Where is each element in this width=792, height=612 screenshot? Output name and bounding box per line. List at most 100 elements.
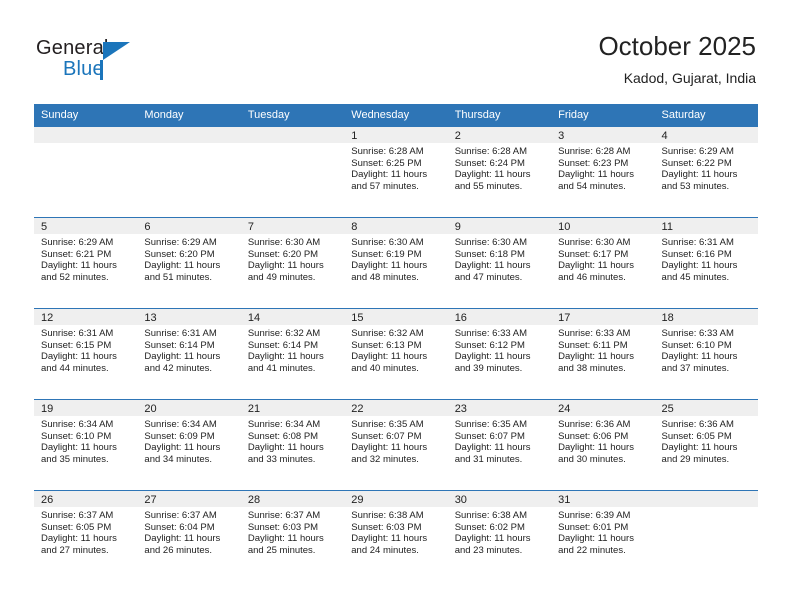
calendar-day-cell[interactable]: 18 Sunrise: 6:33 AM Sunset: 6:10 PM Dayligh… [654,308,758,400]
sunset-text: Sunset: 6:22 PM [661,157,732,169]
weekday-header-monday: Monday [137,104,241,127]
daylight-text-line1: Daylight: 11 hours [247,442,324,454]
calendar-day-cell[interactable]: 24 Sunrise: 6:36 AM Sunset: 6:06 PM Dayligh… [551,399,655,491]
page-title: October 2025 [598,31,756,61]
day-details: Sunrise: 6:34 AM Sunset: 6:09 PM Daylight:… [137,416,240,465]
daylight-text-line2: and 29 minutes. [661,453,730,465]
calendar-day-cell[interactable]: 2 Sunrise: 6:28 AM Sunset: 6:24 PM Daylight… [447,126,552,218]
daylight-text-line2: and 32 minutes. [351,453,419,465]
day-details: Sunrise: 6:30 AM Sunset: 6:18 PM Daylight:… [448,234,551,283]
calendar-day-cell[interactable]: 14 Sunrise: 6:32 AM Sunset: 6:14 PM Dayligh… [240,308,345,400]
day-number: 2 [447,127,552,143]
day-details: Sunrise: 6:37 AM Sunset: 6:04 PM Daylight:… [137,507,240,556]
calendar-day-cell[interactable]: 25 Sunrise: 6:36 AM Sunset: 6:05 PM Dayligh… [654,399,758,491]
daylight-text-line2: and 52 minutes. [41,271,109,283]
page-header: General Blue October 2025 Kadod, Gujarat… [0,0,792,96]
calendar-day-cell[interactable]: 22 Sunrise: 6:35 AM Sunset: 6:07 PM Dayligh… [344,399,448,491]
sunrise-text: Sunrise: 6:29 AM [144,237,217,248]
day-number: 22 [344,400,448,416]
sunset-text: Sunset: 6:18 PM [454,248,525,260]
day-number: 31 [551,491,655,507]
day-details: Sunrise: 6:37 AM Sunset: 6:05 PM Daylight:… [34,507,137,556]
calendar-day-cell[interactable]: 17 Sunrise: 6:33 AM Sunset: 6:11 PM Dayligh… [551,308,655,400]
calendar-day-cell[interactable]: 8 Sunrise: 6:30 AM Sunset: 6:19 PM Daylight… [344,217,448,309]
calendar-day-cell[interactable]: 21 Sunrise: 6:34 AM Sunset: 6:08 PM Dayligh… [240,399,345,491]
daylight-text-line1: Daylight: 11 hours [558,169,634,181]
sunrise-text: Sunrise: 6:30 AM [247,237,321,248]
daylight-text-line2: and 42 minutes. [144,362,213,374]
day-number: 30 [447,491,552,507]
daylight-text-line2: and 44 minutes. [41,362,109,374]
calendar-day-cell[interactable]: 26 Sunrise: 6:37 AM Sunset: 6:05 PM Dayligh… [34,490,138,581]
calendar-day-cell[interactable]: 11 Sunrise: 6:31 AM Sunset: 6:16 PM Dayligh… [654,217,758,309]
day-details: Sunrise: 6:39 AM Sunset: 6:01 PM Daylight:… [551,507,654,556]
day-number: 13 [137,309,241,325]
daylight-text-line2: and 34 minutes. [144,453,213,465]
calendar-day-cell-empty[interactable] [137,126,241,218]
calendar-day-cell[interactable]: 7 Sunrise: 6:30 AM Sunset: 6:20 PM Daylight… [240,217,345,309]
weekday-header-saturday: Saturday [654,104,758,127]
daylight-text-line1: Daylight: 11 hours [247,260,324,272]
day-details: Sunrise: 6:37 AM Sunset: 6:03 PM Daylight:… [241,507,344,556]
day-number: 15 [344,309,448,325]
day-details: Sunrise: 6:32 AM Sunset: 6:14 PM Daylight:… [241,325,344,374]
daylight-text-line2: and 26 minutes. [144,544,213,556]
calendar-day-cell[interactable]: 1 Sunrise: 6:28 AM Sunset: 6:25 PM Daylight… [344,126,448,218]
calendar-day-cell[interactable]: 16 Sunrise: 6:33 AM Sunset: 6:12 PM Dayligh… [447,308,552,400]
calendar-day-cell[interactable]: 19 Sunrise: 6:34 AM Sunset: 6:10 PM Dayligh… [34,399,138,491]
calendar-day-cell[interactable]: 30 Sunrise: 6:38 AM Sunset: 6:02 PM Dayligh… [447,490,552,581]
sunset-text: Sunset: 6:01 PM [558,521,629,533]
sunrise-text: Sunrise: 6:31 AM [661,237,734,248]
daylight-text-line1: Daylight: 11 hours [661,169,738,181]
day-details: Sunrise: 6:31 AM Sunset: 6:16 PM Daylight:… [655,234,758,283]
day-number: 24 [551,400,655,416]
day-number: 10 [551,218,655,234]
sunrise-text: Sunrise: 6:30 AM [454,237,528,248]
calendar-day-cell[interactable]: 15 Sunrise: 6:32 AM Sunset: 6:13 PM Dayligh… [344,308,448,400]
daylight-text-line1: Daylight: 11 hours [661,351,738,363]
calendar-day-cell[interactable]: 12 Sunrise: 6:31 AM Sunset: 6:15 PM Dayligh… [34,308,138,400]
sunset-text: Sunset: 6:03 PM [351,521,422,533]
daylight-text-line2: and 46 minutes. [558,271,626,283]
calendar-day-cell[interactable]: 27 Sunrise: 6:37 AM Sunset: 6:04 PM Dayligh… [137,490,241,581]
calendar-day-cell[interactable]: 5 Sunrise: 6:29 AM Sunset: 6:21 PM Daylight… [34,217,138,309]
calendar-day-cell[interactable]: 13 Sunrise: 6:31 AM Sunset: 6:14 PM Dayligh… [137,308,241,400]
day-number: 26 [34,491,138,507]
calendar-day-cell[interactable]: 28 Sunrise: 6:37 AM Sunset: 6:03 PM Dayligh… [240,490,345,581]
sunset-text: Sunset: 6:14 PM [144,339,215,351]
day-details: Sunrise: 6:29 AM Sunset: 6:22 PM Daylight:… [655,143,758,192]
calendar-day-cell[interactable]: 9 Sunrise: 6:30 AM Sunset: 6:18 PM Daylight… [447,217,552,309]
calendar-day-cell[interactable]: 3 Sunrise: 6:28 AM Sunset: 6:23 PM Daylight… [551,126,655,218]
calendar-day-cell[interactable]: 10 Sunrise: 6:30 AM Sunset: 6:17 PM Dayligh… [551,217,655,309]
day-details: Sunrise: 6:30 AM Sunset: 6:17 PM Daylight:… [551,234,654,283]
weekday-header-sunday: Sunday [34,104,138,127]
day-number: 7 [240,218,345,234]
day-number: 3 [551,127,655,143]
calendar-day-cell[interactable]: 23 Sunrise: 6:35 AM Sunset: 6:07 PM Dayligh… [447,399,552,491]
calendar-day-cell[interactable]: 31 Sunrise: 6:39 AM Sunset: 6:01 PM Dayligh… [551,490,655,581]
calendar-day-cell[interactable]: 4 Sunrise: 6:29 AM Sunset: 6:22 PM Daylight… [654,126,758,218]
day-details: Sunrise: 6:33 AM Sunset: 6:10 PM Daylight:… [655,325,758,374]
sunrise-text: Sunrise: 6:28 AM [454,146,528,157]
daylight-text-line1: Daylight: 11 hours [351,533,428,545]
calendar-day-cell[interactable]: 6 Sunrise: 6:29 AM Sunset: 6:20 PM Daylight… [137,217,241,309]
day-number: 23 [447,400,552,416]
sunset-text: Sunset: 6:20 PM [247,248,319,260]
calendar-day-cell-empty[interactable] [34,126,138,218]
day-number: 20 [137,400,241,416]
calendar-day-cell-empty[interactable] [240,126,345,218]
sunset-text: Sunset: 6:11 PM [558,339,628,351]
sunset-text: Sunset: 6:09 PM [144,430,215,442]
calendar-day-cell[interactable]: 20 Sunrise: 6:34 AM Sunset: 6:09 PM Dayligh… [137,399,241,491]
daylight-text-line1: Daylight: 11 hours [661,260,738,272]
day-details: Sunrise: 6:33 AM Sunset: 6:11 PM Daylight:… [551,325,654,374]
sunrise-text: Sunrise: 6:33 AM [558,328,631,339]
sunrise-text: Sunrise: 6:35 AM [351,419,424,430]
calendar-day-cell[interactable]: 29 Sunrise: 6:38 AM Sunset: 6:03 PM Dayligh… [344,490,448,581]
weekday-header-wednesday: Wednesday [344,104,448,127]
day-number: 18 [654,309,758,325]
sunrise-text: Sunrise: 6:34 AM [41,419,114,430]
sunrise-text: Sunrise: 6:30 AM [351,237,424,248]
daylight-text-line2: and 38 minutes. [558,362,626,374]
calendar-day-cell-empty[interactable] [654,490,758,581]
